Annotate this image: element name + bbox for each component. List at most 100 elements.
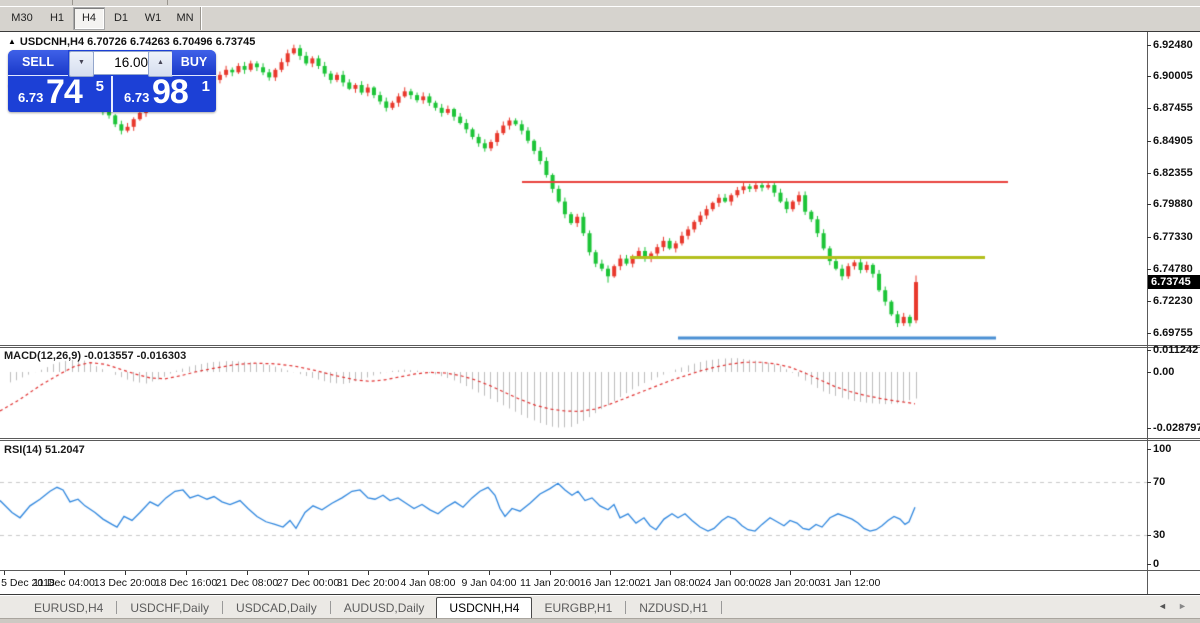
rsi-tick-label: 70 (1153, 476, 1165, 488)
macd-tick-label: -0.028797 (1153, 422, 1200, 434)
macd-tick-tick (1147, 350, 1151, 351)
toolbar-separator (72, 0, 73, 5)
sell-price-pip: 5 (96, 78, 104, 95)
time-tick (428, 571, 429, 575)
time-label: 11 Dec 04:00 (33, 577, 95, 589)
status-strip (0, 618, 1200, 623)
timeframe-button-m30[interactable]: M30 (4, 8, 40, 29)
price-tick-label: 6.77330 (1153, 231, 1193, 243)
buy-price-quote[interactable]: 6.73 98 1 (114, 76, 216, 112)
macd-tick-tick (1147, 428, 1151, 429)
tab-eurgbp-h1[interactable]: EURGBP,H1 (532, 598, 624, 619)
panel-separator[interactable] (0, 345, 1200, 346)
one-click-trading-panel: SELL ▼ 16.00 ▲ BUY 6.73 74 5 6.73 98 1 (8, 50, 216, 112)
tab-separator (625, 601, 626, 614)
price-tick-label: 6.79880 (1153, 198, 1193, 210)
time-tick (368, 571, 369, 575)
price-tick-label: 6.72230 (1153, 295, 1193, 307)
time-label: 21 Jan 08:00 (640, 577, 701, 589)
tab-usdcnh-h4[interactable]: USDCNH,H4 (436, 597, 532, 620)
rsi-tick-label: 0 (1153, 558, 1159, 570)
tab-scroll-left-icon[interactable]: ◄ (1158, 601, 1167, 611)
time-tick (610, 571, 611, 575)
time-tick (247, 571, 248, 575)
macd-tick-label: 0.011242 (1153, 344, 1198, 356)
tab-usdchf-daily[interactable]: USDCHF,Daily (118, 598, 221, 619)
time-tick (790, 571, 791, 575)
volume-input[interactable]: 16.00 (93, 51, 153, 75)
sell-price-quote[interactable]: 6.73 74 5 (8, 76, 110, 112)
price-tick-label: 6.87455 (1153, 102, 1193, 114)
tab-usdcad-daily[interactable]: USDCAD,Daily (224, 598, 329, 619)
price-tick-tick (1147, 173, 1151, 174)
price-tick-tick (1147, 204, 1151, 205)
time-label: 18 Dec 16:00 (155, 577, 217, 589)
time-tick (850, 571, 851, 575)
price-tick-label: 6.84905 (1153, 135, 1193, 147)
panel-separator[interactable] (0, 438, 1200, 439)
price-tick-label: 6.69755 (1153, 327, 1193, 339)
tab-separator (116, 601, 117, 614)
chart-collapse-icon[interactable]: ▲ (8, 37, 16, 46)
time-label: 4 Jan 08:00 (401, 577, 456, 589)
time-tick (489, 571, 490, 575)
rsi-indicator-label: RSI(14) 51.2047 (4, 444, 85, 456)
panel-separator[interactable] (0, 347, 1200, 348)
time-label: 31 Dec 20:00 (337, 577, 399, 589)
tab-audusd-daily[interactable]: AUDUSD,Daily (332, 598, 437, 619)
price-tick-tick (1147, 108, 1151, 109)
rsi-tick-tick (1147, 449, 1151, 450)
tab-scroll-right-icon[interactable]: ► (1178, 601, 1187, 611)
time-tick (64, 571, 65, 575)
timeframe-button-mn[interactable]: MN (170, 8, 200, 29)
chart-title: ▲ USDCNH,H4 6.70726 6.74263 6.70496 6.737… (8, 36, 255, 48)
time-label: 24 Jan 00:00 (700, 577, 761, 589)
chevron-down-icon: ▼ (78, 59, 85, 66)
price-tick-label: 6.90005 (1153, 70, 1193, 82)
chart-title-text: USDCNH,H4 6.70726 6.74263 6.70496 6.7374… (20, 36, 255, 48)
price-tick-tick (1147, 141, 1151, 142)
timeframe-button-h1[interactable]: H1 (42, 8, 72, 29)
timeframe-button-h4[interactable]: H4 (74, 8, 104, 29)
sell-price-prefix: 6.73 (18, 90, 43, 105)
timeframe-button-w1[interactable]: W1 (138, 8, 168, 29)
panel-separator[interactable] (0, 440, 1200, 441)
rsi-tick-label: 100 (1153, 443, 1171, 455)
price-tick-tick (1147, 333, 1151, 334)
time-label: 11 Jan 20:00 (520, 577, 580, 589)
sell-price-digits: 74 (46, 73, 82, 112)
time-label: 28 Jan 20:00 (760, 577, 821, 589)
tab-nzdusd-h1[interactable]: NZDUSD,H1 (627, 598, 720, 619)
buy-price-digits: 98 (152, 73, 188, 112)
price-tick-label: 6.92480 (1153, 39, 1193, 51)
tab-separator (222, 601, 223, 614)
time-tick (125, 571, 126, 575)
tab-eurusd-h4[interactable]: EURUSD,H4 (22, 598, 115, 619)
price-tick-tick (1147, 237, 1151, 238)
time-tick (308, 571, 309, 575)
rsi-tick-tick (1147, 535, 1151, 536)
chart-tab-bar: EURUSD,H4USDCHF,DailyUSDCAD,DailyAUDUSD,… (0, 595, 1200, 619)
rsi-canvas[interactable] (0, 441, 1147, 570)
price-tick-tick (1147, 301, 1151, 302)
price-tick-tick (1147, 269, 1151, 270)
time-tick (550, 571, 551, 575)
toolbar-separator (167, 0, 168, 5)
rsi-tick-tick (1147, 564, 1151, 565)
time-tick (4, 571, 5, 575)
rsi-tick-tick (1147, 482, 1151, 483)
buy-price-prefix: 6.73 (124, 90, 149, 105)
timeframe-toolbar: M30H1H4D1W1MN (0, 7, 1200, 31)
toolbar-separator (200, 7, 202, 30)
macd-tick-label: 0.00 (1153, 366, 1174, 378)
time-tick (186, 571, 187, 575)
tab-separator (721, 601, 722, 614)
timeframe-button-d1[interactable]: D1 (106, 8, 136, 29)
time-tick (670, 571, 671, 575)
time-label: 21 Dec 08:00 (216, 577, 278, 589)
buy-price-pip: 1 (202, 78, 210, 95)
time-label: 31 Jan 12:00 (820, 577, 881, 589)
tab-separator (330, 601, 331, 614)
mt4-application-window: { "toolbar": { "timeframes": [ {"label":… (0, 0, 1200, 623)
current-price-badge: 6.73745 (1148, 275, 1200, 289)
